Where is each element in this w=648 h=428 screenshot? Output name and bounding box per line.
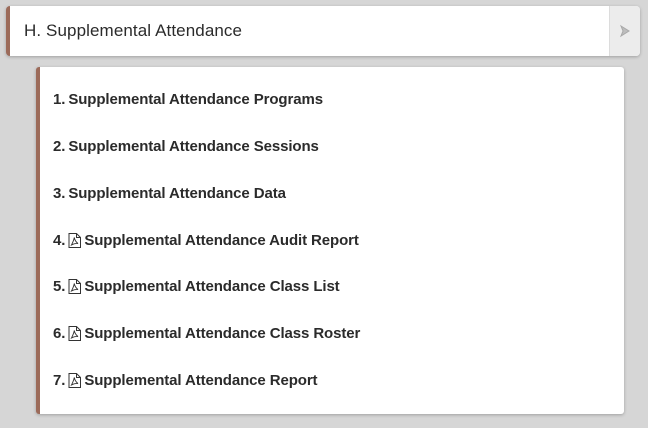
section-title: H. Supplemental Attendance	[24, 21, 243, 40]
list-item-report[interactable]: 7. Supplemental Attendance Report	[53, 372, 318, 389]
expand-button[interactable]	[609, 6, 640, 56]
item-number: 6.	[53, 325, 66, 342]
item-number: 5.	[53, 278, 66, 295]
item-number: 4.	[53, 232, 66, 249]
item-label: Supplemental Attendance Class List	[84, 278, 340, 295]
pdf-file-icon	[68, 326, 82, 341]
item-number: 1.	[53, 91, 66, 108]
pdf-file-icon	[68, 233, 82, 248]
list-item-programs[interactable]: 1. Supplemental Attendance Programs	[53, 91, 323, 108]
list-item-sessions[interactable]: 2. Supplemental Attendance Sessions	[53, 138, 319, 155]
list-item-class-list[interactable]: 5. Supplemental Attendance Class List	[53, 278, 340, 295]
item-label: Supplemental Attendance Report	[84, 372, 318, 389]
item-label: Supplemental Attendance Data	[68, 185, 286, 202]
item-label: Supplemental Attendance Sessions	[68, 138, 319, 155]
item-label: Supplemental Attendance Programs	[68, 91, 323, 108]
list-item-audit-report[interactable]: 4. Supplemental Attendance Audit Report	[53, 232, 359, 249]
item-number: 2.	[53, 138, 66, 155]
item-number: 3.	[53, 185, 66, 202]
pdf-file-icon	[68, 279, 82, 294]
list-item-data[interactable]: 3. Supplemental Attendance Data	[53, 185, 286, 202]
item-number: 7.	[53, 372, 66, 389]
item-label: Supplemental Attendance Audit Report	[84, 232, 359, 249]
section-header-supplemental-attendance[interactable]: H. Supplemental Attendance	[6, 6, 640, 56]
reports-panel: 1. Supplemental Attendance Programs 2. S…	[36, 67, 624, 414]
chevron-right-icon	[619, 24, 630, 38]
pdf-file-icon	[68, 373, 82, 388]
item-label: Supplemental Attendance Class Roster	[84, 325, 361, 342]
list-item-class-roster[interactable]: 6. Supplemental Attendance Class Roster	[53, 325, 360, 342]
